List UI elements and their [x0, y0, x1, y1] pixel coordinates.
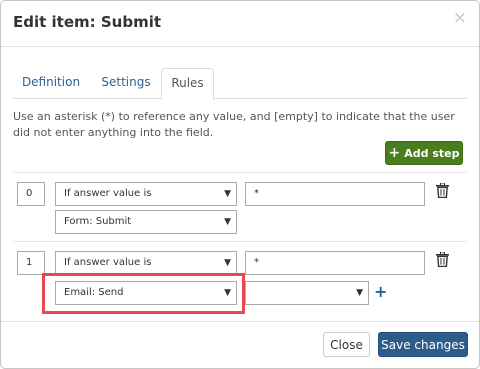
rule-index-field[interactable]: 1	[17, 251, 45, 275]
tab-bar: Definition Settings Rules	[13, 68, 467, 100]
save-changes-button[interactable]: Save changes	[378, 332, 468, 357]
modal-footer-divider	[1, 321, 479, 322]
edit-item-modal: Edit item: Submit × Definition Settings …	[0, 0, 480, 369]
rules-description: Use an asterisk (*) to reference any val…	[13, 110, 455, 139]
tab-definition[interactable]: Definition	[13, 68, 89, 99]
modal-header: Edit item: Submit ×	[1, 1, 479, 47]
close-icon[interactable]: ×	[453, 10, 467, 27]
plus-icon: +	[388, 145, 401, 161]
modal-title: Edit item: Submit	[13, 13, 162, 31]
highlight-box	[42, 273, 245, 314]
condition-select[interactable]: If answer value is	[55, 182, 237, 206]
value-input[interactable]: *	[245, 251, 425, 275]
tab-rules[interactable]: Rules	[161, 68, 214, 100]
trash-icon[interactable]	[436, 251, 449, 271]
trash-icon[interactable]	[436, 182, 449, 202]
target-select[interactable]: Form: Submit	[55, 210, 237, 234]
add-action-icon[interactable]: +	[374, 282, 387, 301]
add-step-button[interactable]: + Add step	[385, 141, 463, 165]
extra-select[interactable]	[245, 281, 369, 305]
divider	[13, 241, 467, 242]
close-button[interactable]: Close	[323, 332, 370, 357]
tab-settings[interactable]: Settings	[92, 68, 160, 99]
rule-index-field[interactable]: 0	[17, 182, 45, 206]
value-input[interactable]: *	[245, 182, 425, 206]
divider	[13, 172, 467, 173]
condition-select[interactable]: If answer value is	[55, 251, 237, 275]
add-step-label: Add step	[404, 146, 460, 160]
